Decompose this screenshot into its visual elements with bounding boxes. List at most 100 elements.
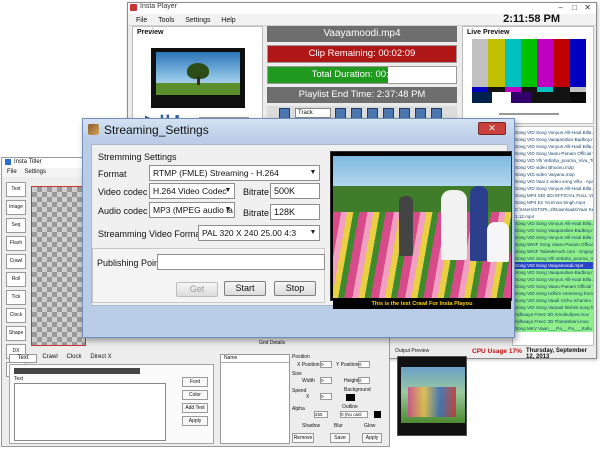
speed-input[interactable]: 0 — [320, 393, 332, 400]
audio-bitrate-input[interactable]: 128K — [270, 204, 320, 220]
remove-button[interactable]: Remove — [292, 433, 314, 443]
minimize-icon[interactable]: – — [559, 3, 563, 12]
playlist-item[interactable]: Song VID Song Vaadi Vichu-Ichumiru Kothu… — [513, 297, 593, 304]
tool-clock-button[interactable]: Clock — [6, 308, 26, 323]
start-button[interactable]: Start — [224, 281, 266, 296]
playlist-item[interactable]: Song VID Song Vaiapandian-Badboy.mkv — [513, 269, 593, 276]
text-format-toolbar[interactable] — [14, 368, 140, 374]
titler-menu-settings[interactable]: Settings — [24, 169, 46, 175]
tool-seq-button[interactable]: Seq — [6, 218, 26, 233]
tab-clock[interactable]: Clock — [63, 354, 85, 363]
get-button[interactable]: Get — [176, 282, 218, 297]
playlist-item[interactable]: Adhaaya Freez 3D Amoikullyee.mov — [513, 311, 593, 318]
video-codec-dropdown-arrow-icon[interactable]: ▼ — [222, 184, 234, 198]
tool-crawl-button[interactable]: Crawl — [6, 254, 26, 269]
playlist-item[interactable]: Song VID Song Vonyun Alli-Hadi Billa All… — [513, 220, 593, 227]
playlist-item[interactable]: Song MKV Vaan___Pa__ Pa___Kollu Nmar — [513, 325, 593, 332]
playlist-item[interactable]: Song VID Song Vonyun Alli-Hadi Billa All… — [513, 129, 593, 136]
playlist-item[interactable]: Song VID Vaai 2 video song Villu - Ayane… — [513, 178, 593, 185]
alpha-label: Alpha — [292, 406, 305, 412]
publishing-point-input[interactable] — [157, 254, 325, 270]
format-label: Format — [98, 169, 127, 179]
menu-tools[interactable]: Tools — [158, 17, 174, 24]
playlist-item[interactable]: 1.12.mp4 — [513, 213, 593, 220]
tool-shape-button[interactable]: Shape — [6, 326, 26, 341]
y-position-input[interactable]: 0 — [358, 361, 370, 368]
audio-bitrate-label: Bitrate — [243, 208, 270, 218]
audio-codec-dropdown-arrow-icon[interactable]: ▼ — [222, 203, 234, 217]
tool-tick-button[interactable]: Tick — [6, 290, 26, 305]
color-bars — [472, 39, 586, 103]
maximize-icon[interactable]: □ — [572, 3, 577, 12]
glow-checkbox[interactable]: Glow — [364, 423, 375, 429]
tab-direct-x[interactable]: Direct X — [87, 354, 115, 363]
save-button[interactable]: Save — [330, 433, 350, 443]
background-color-swatch[interactable] — [346, 394, 355, 401]
playlist-item[interactable]: Song VID Song Vonyun Alli-Hadi Billa All… — [513, 234, 593, 241]
playlist-item[interactable]: Song VID Song Vlli Vettaha_poorna_Viva_T… — [513, 255, 593, 262]
background-label: Background — [344, 387, 371, 393]
playlist-item[interactable]: Song VID Song Vonyun Alli-Hadi Billa All… — [513, 185, 593, 192]
video-codec-select[interactable]: H.264 Video Codec ▼ — [149, 183, 235, 199]
playlist-item[interactable]: Song VID Song Vaiapandian-Badboy.mkv — [513, 136, 593, 143]
width-input[interactable]: 0 — [320, 377, 332, 384]
playlist-item[interactable]: Song VID Song Vonyun Alli-Hadi Billa All… — [513, 276, 593, 283]
tool-text-button[interactable]: Text — [6, 182, 26, 197]
blur-checkbox[interactable]: Blur — [334, 423, 343, 429]
tab-text[interactable]: Text — [9, 354, 37, 363]
font-button[interactable]: Font — [182, 377, 208, 387]
video-format-select[interactable]: PAL 320 X 240 25.00 4:3 ▼ — [198, 225, 320, 241]
playlist-item[interactable]: Song VID Song Vaiapandian-Badboy.mkv — [513, 227, 593, 234]
outline-select[interactable]: 0 (No outli — [340, 411, 368, 418]
playlist-item[interactable]: Song VID Song Vaaradi Mohini-song from F… — [513, 304, 593, 311]
playlist-item[interactable]: Song VID video Bhoovu.m2p — [513, 164, 593, 171]
playlist-item[interactable]: Song WKIF TakeMeAuth.com - Engeyum Kaadh… — [513, 248, 593, 255]
playlist-item[interactable]: Song VID Song Vaayamoodi.mp4 — [513, 262, 593, 269]
dialog-titlebar: Streaming_Settings ✕ — [83, 119, 514, 141]
apply-text-button[interactable]: Apply — [182, 416, 208, 426]
video-bitrate-input[interactable]: 500K — [270, 183, 320, 199]
video-format-dropdown-arrow-icon[interactable]: ▼ — [307, 226, 319, 240]
audio-codec-select[interactable]: MP3 (MPEG audio la ▼ — [149, 202, 235, 218]
playlist-item[interactable]: Song VID Vlli Vettaha_poorna_Viva_Tin — [513, 157, 593, 164]
live-preview-panel: Live Preview — [462, 26, 594, 124]
dialog-close-button[interactable]: ✕ — [478, 122, 506, 135]
playlist-item[interactable]: Song MP4 En Ya Enna Singh.mp4 — [513, 199, 593, 206]
text-input[interactable] — [14, 383, 166, 441]
speed-x-label: X — [306, 394, 310, 400]
menu-file[interactable]: File — [136, 17, 147, 24]
playlist-item[interactable]: Song VID Song Udhim Ureeriong from Tiraa… — [513, 290, 593, 297]
color-button[interactable]: Color — [182, 390, 208, 400]
titler-menu-file[interactable]: File — [7, 169, 17, 175]
shadow-checkbox[interactable]: Shadow — [302, 423, 320, 429]
playlist-item[interactable]: Adhaaya Freez 3D Tharamkani.mov — [513, 318, 593, 325]
live-volume-slider[interactable] — [499, 113, 559, 115]
outline-color-swatch[interactable] — [374, 411, 381, 418]
playlist-item[interactable]: Song VID Song Vonyun Alli-Hadi Billa All… — [513, 143, 593, 150]
tool-roll-button[interactable]: Roll — [6, 272, 26, 287]
add-text-button[interactable]: Add Text — [182, 403, 208, 413]
stop-button[interactable]: Stop — [274, 281, 316, 296]
playlist-item[interactable]: Song WKIF Song Vaaru-Panam Official Vide… — [513, 241, 593, 248]
track-select[interactable]: Track — [295, 108, 331, 118]
format-select[interactable]: RTMP (FMLE) Streaming - H.264 ▼ — [149, 165, 320, 181]
output-preview-video — [397, 356, 467, 436]
playlist-item[interactable]: Song VID video Vaiyana.m2p — [513, 171, 593, 178]
playlist-item[interactable]: Song MP4 SDI 3DI EFFICIAL FULL VIDEO — [513, 192, 593, 199]
format-dropdown-arrow-icon[interactable]: ▼ — [307, 166, 319, 180]
tool-image-button[interactable]: Image — [6, 200, 26, 215]
tool-flash-button[interactable]: Flash — [6, 236, 26, 251]
alpha-input[interactable]: 255 — [314, 411, 328, 418]
x-position-input[interactable]: 0 — [320, 361, 332, 368]
height-input[interactable]: 0 — [358, 377, 370, 384]
playlist-item[interactable]: Song VID Song Vaaru-Panam Official Video… — [513, 150, 593, 157]
text-label: Text — [14, 376, 24, 382]
menu-help[interactable]: Help — [221, 17, 235, 24]
titler-canvas[interactable] — [31, 186, 86, 346]
playlist-item[interactable]: C:\Users\STSPL-2\Downloads\Yaar Ketha Na… — [513, 206, 593, 213]
playlist-item[interactable]: Song VID Song Vaaru-Panam Official Video… — [513, 283, 593, 290]
close-icon[interactable]: ✕ — [584, 3, 591, 12]
menu-settings[interactable]: Settings — [185, 17, 210, 24]
tab-crawl[interactable]: Crawl — [39, 354, 61, 363]
apply-button[interactable]: Apply — [362, 433, 382, 443]
